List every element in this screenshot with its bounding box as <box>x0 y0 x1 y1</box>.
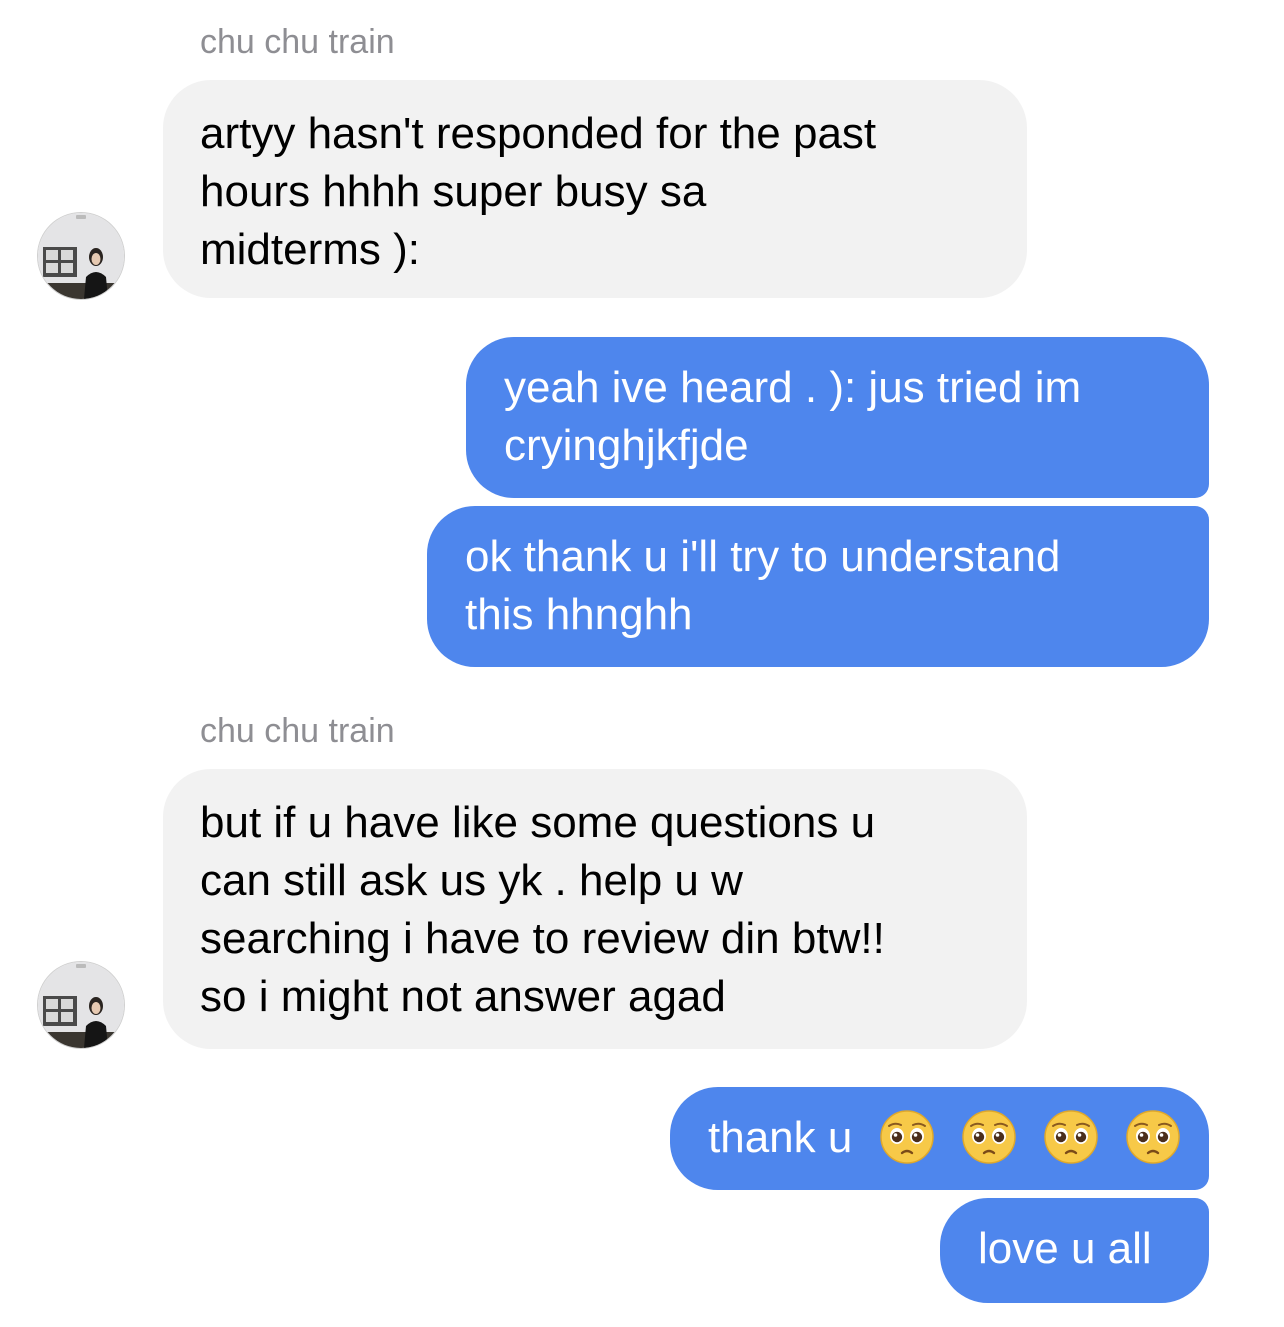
pleading-face-emoji <box>879 1109 935 1165</box>
incoming-message-bubble[interactable]: artyy hasn't responded for the past hour… <box>163 80 1027 298</box>
incoming-message-bubble[interactable]: but if u have like some questions u can … <box>163 769 1027 1049</box>
sender-name: chu chu train <box>200 23 395 61</box>
outgoing-message-bubble[interactable]: yeah ive heard . ): jus tried im cryingh… <box>466 337 1209 498</box>
outgoing-message-bubble[interactable]: love u all <box>940 1198 1209 1303</box>
avatar[interactable] <box>38 962 124 1048</box>
outgoing-message-bubble[interactable]: ok thank u i'll try to understand this h… <box>427 506 1209 667</box>
pleading-face-emoji <box>1043 1109 1099 1165</box>
pleading-face-emoji <box>961 1109 1017 1165</box>
message-text: thank u <box>708 1113 853 1162</box>
avatar[interactable] <box>38 213 124 299</box>
sender-name: chu chu train <box>200 712 395 750</box>
outgoing-message-bubble[interactable]: thank u <box>670 1087 1209 1190</box>
pleading-face-emoji <box>1125 1109 1181 1165</box>
